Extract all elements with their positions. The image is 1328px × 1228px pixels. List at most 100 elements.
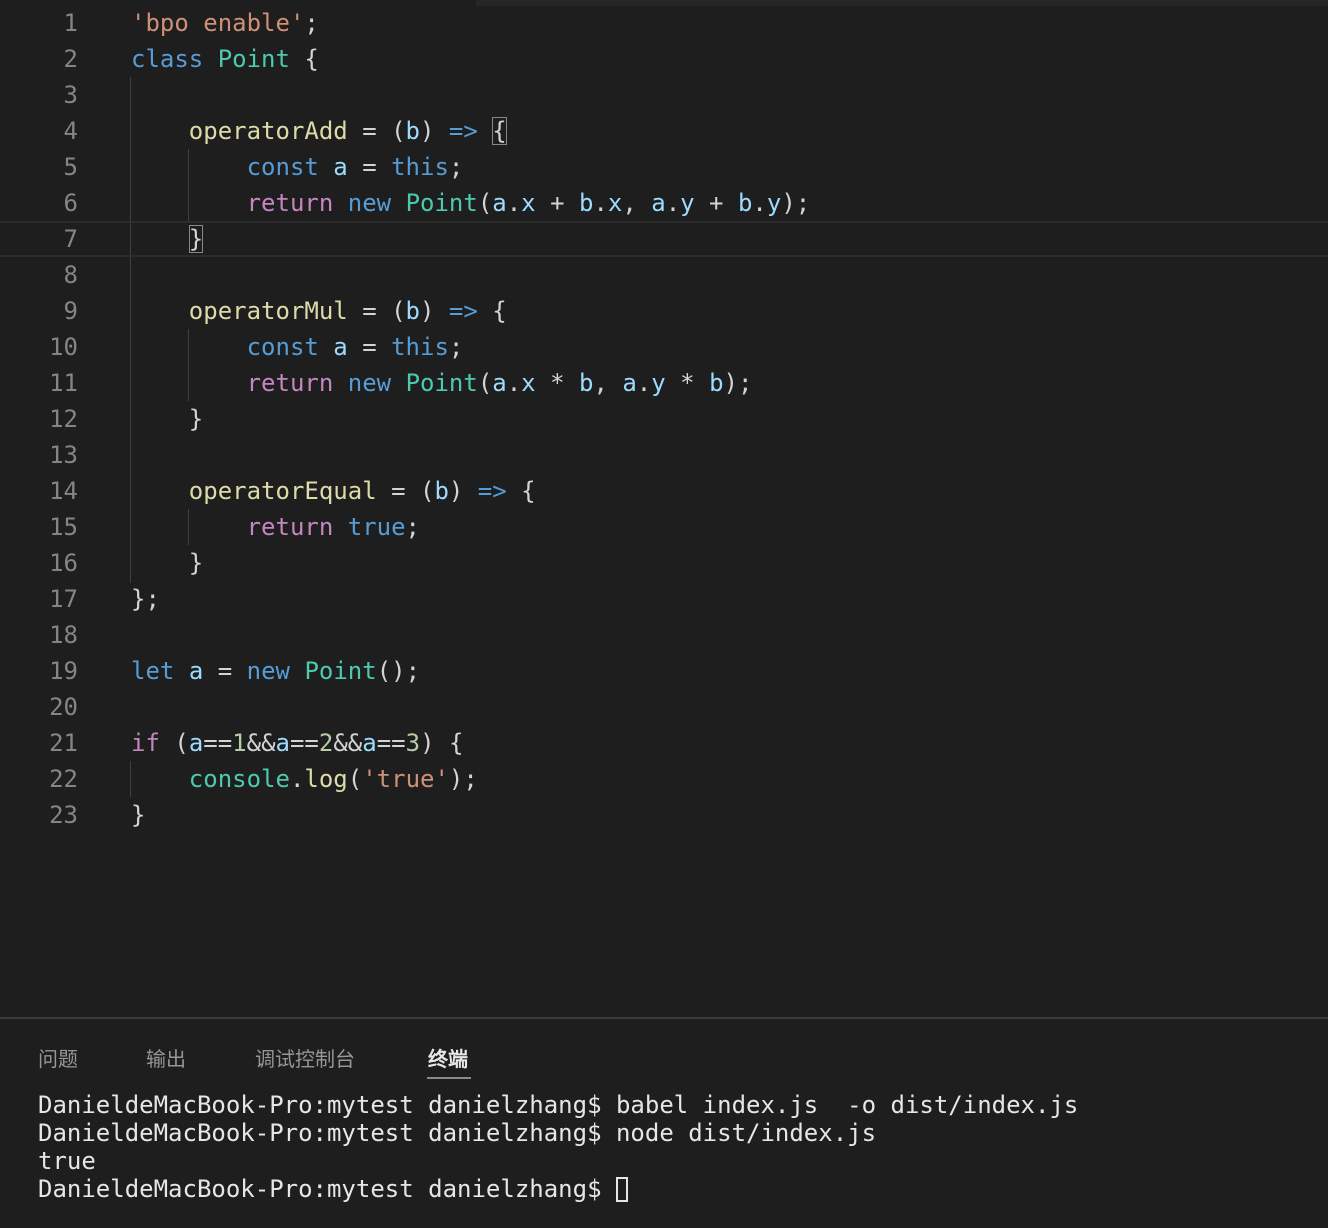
code-token: =	[347, 153, 392, 181]
code-line[interactable]: 22 console.log('true');	[0, 761, 1328, 797]
code-token: (	[347, 765, 363, 793]
terminal-line: DanieldeMacBook-Pro:mytest danielzhang$ …	[38, 1091, 1078, 1119]
line-number: 18	[49, 621, 78, 649]
code-text: const a = this;	[131, 149, 464, 185]
code-token: =	[347, 333, 392, 361]
code-line[interactable]: 3	[0, 77, 1328, 113]
code-token: +	[535, 189, 579, 217]
code-line[interactable]: 18	[0, 617, 1328, 653]
code-line[interactable]: 14 operatorEqual = (b) => {	[0, 473, 1328, 509]
terminal-line: DanieldeMacBook-Pro:mytest danielzhang$ …	[38, 1119, 1078, 1147]
code-token: ();	[376, 657, 421, 685]
code-token: Point	[304, 657, 377, 685]
code-token: };	[131, 585, 160, 613]
code-token: x	[607, 189, 623, 217]
code-token: ) {	[420, 729, 464, 757]
tab-output[interactable]: 输出	[146, 1043, 186, 1072]
code-token: const	[246, 333, 319, 361]
line-number: 21	[49, 729, 78, 757]
terminal-text: DanieldeMacBook-Pro:mytest danielzhang$	[38, 1175, 616, 1203]
code-token: operatorMul	[188, 297, 348, 325]
code-token: operatorEqual	[188, 477, 377, 505]
code-token: (	[159, 729, 189, 757]
code-token: );	[781, 189, 811, 217]
code-line[interactable]: 12 }	[0, 401, 1328, 437]
matched-bracket: {	[492, 117, 507, 145]
code-token: y	[680, 189, 695, 217]
code-text: }	[131, 545, 203, 581]
code-token: ==	[203, 729, 233, 757]
code-token: = (	[376, 477, 435, 505]
line-number: 12	[49, 405, 78, 433]
line-number: 16	[49, 549, 78, 577]
code-token: ;	[405, 513, 420, 541]
line-number: 3	[63, 81, 78, 109]
code-token: a	[651, 189, 666, 217]
code-token: y	[651, 369, 666, 397]
code-token: .	[636, 369, 652, 397]
code-token: }	[131, 405, 204, 433]
code-token: this	[391, 153, 449, 181]
code-line[interactable]: 10 const a = this;	[0, 329, 1328, 365]
code-token: y	[766, 189, 782, 217]
code-line[interactable]: 5 const a = this;	[0, 149, 1328, 185]
code-token: a	[333, 333, 348, 361]
code-token: a	[188, 657, 204, 685]
code-text: operatorAdd = (b) => {	[131, 113, 507, 149]
code-token: b	[578, 369, 594, 397]
code-line[interactable]: 19 let a = new Point();	[0, 653, 1328, 689]
vscode-window: 1'bpo enable'; 2 class Point { 3 4 operatorA…	[0, 0, 1328, 1228]
line-number: 14	[49, 477, 78, 505]
terminal-output[interactable]: DanieldeMacBook-Pro:mytest danielzhang$ …	[38, 1091, 1078, 1203]
code-token: ==	[376, 729, 406, 757]
code-text: operatorMul = (b) => {	[131, 293, 507, 329]
code-token: b	[709, 369, 724, 397]
code-line[interactable]: 16 }	[0, 545, 1328, 581]
code-token: console	[188, 765, 290, 793]
code-token: Point	[217, 45, 290, 73]
code-line[interactable]: 1 'bpo enable';	[0, 5, 1328, 41]
code-line[interactable]: 7 }	[0, 221, 1328, 257]
code-line[interactable]: 21 if (a==1&&a==2&&a==3) {	[0, 725, 1328, 761]
tab-problems[interactable]: 问题	[38, 1043, 78, 1072]
panel-tabs: 问题 输出 调试控制台 终端	[0, 1019, 1328, 1089]
code-token: return	[246, 189, 334, 217]
code-line[interactable]: 4 operatorAdd = (b) => {	[0, 113, 1328, 149]
code-token: 1	[232, 729, 247, 757]
code-line[interactable]: 20	[0, 689, 1328, 725]
code-line[interactable]: 23}	[0, 797, 1328, 833]
code-line[interactable]: 11 return new Point(a.x * b, a.y * b);	[0, 365, 1328, 401]
code-line[interactable]: 6 return new Point(a.x + b.x, a.y + b.y)…	[0, 185, 1328, 221]
code-line[interactable]: 17};	[0, 581, 1328, 617]
code-token: ;	[448, 333, 464, 361]
code-token: +	[694, 189, 738, 217]
line-number: 19	[49, 657, 78, 685]
code-token: .	[752, 189, 767, 217]
code-token: true	[347, 513, 406, 541]
tab-terminal[interactable]: 终端	[428, 1043, 468, 1072]
code-line[interactable]: 13	[0, 437, 1328, 473]
matched-bracket: }	[188, 225, 204, 253]
code-token: ;	[304, 9, 319, 37]
code-text: class Point {	[131, 41, 319, 77]
code-line[interactable]: 8	[0, 257, 1328, 293]
code-token: )	[420, 117, 449, 145]
code-editor[interactable]: 1'bpo enable'; 2 class Point { 3 4 operatorA…	[0, 5, 1328, 1015]
code-token: =>	[448, 297, 478, 325]
code-line[interactable]: 15 return true;	[0, 509, 1328, 545]
code-token: =	[203, 657, 247, 685]
code-token: }	[131, 549, 204, 577]
code-line[interactable]: 9 operatorMul = (b) => {	[0, 293, 1328, 329]
code-line[interactable]: 2 class Point {	[0, 41, 1328, 77]
code-token: a	[275, 729, 290, 757]
tab-debug-console[interactable]: 调试控制台	[255, 1043, 355, 1072]
code-token: new	[347, 189, 392, 217]
